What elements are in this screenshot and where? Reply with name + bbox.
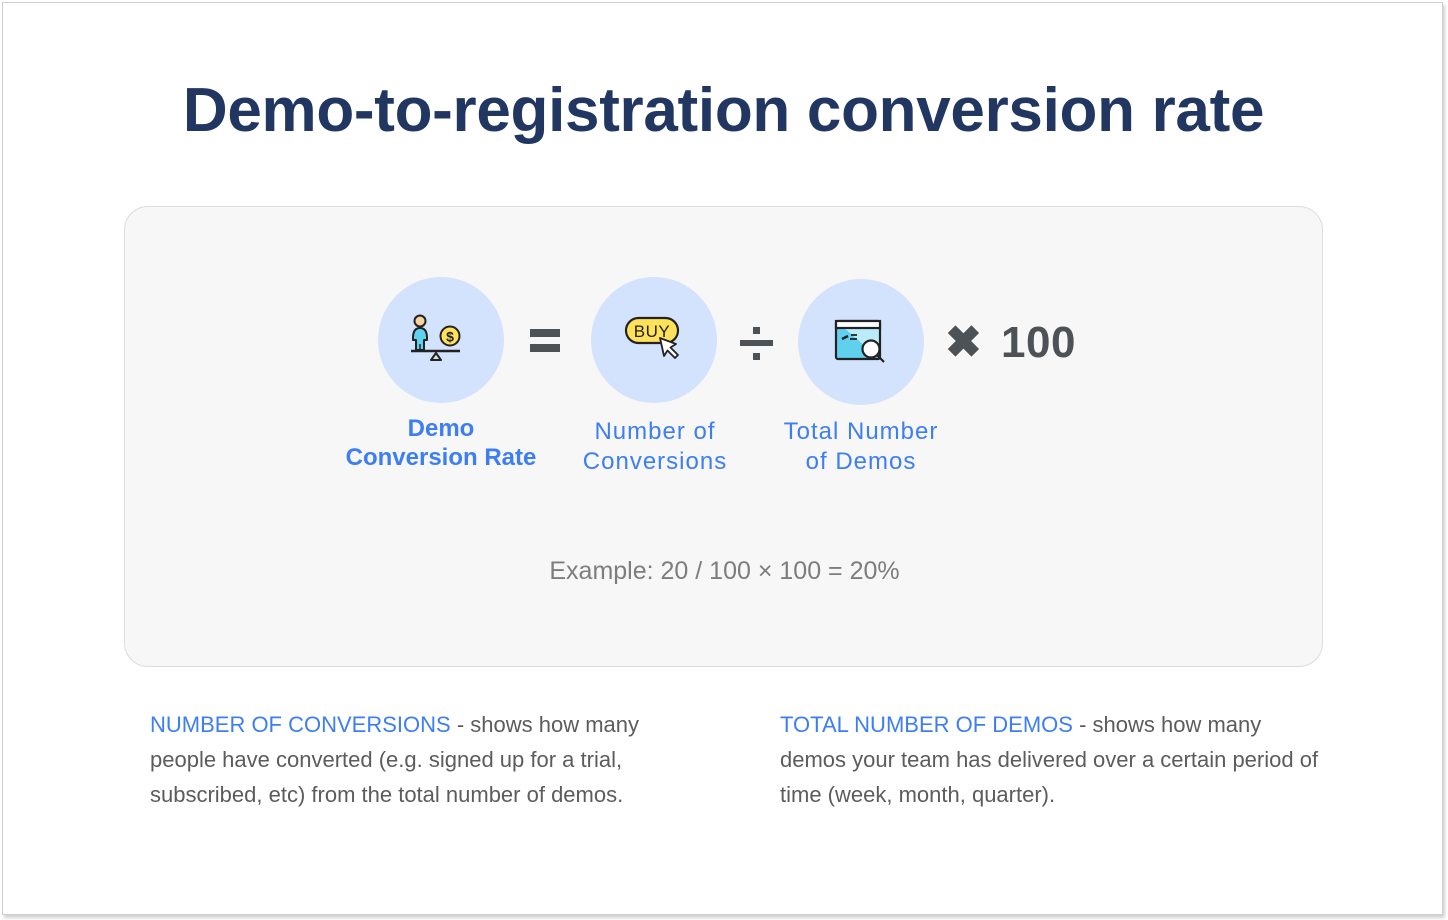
page-frame: Demo-to-registration conversion rate $ D…: [2, 2, 1443, 915]
label-line: Number of: [594, 418, 716, 445]
number-of-conversions-badge: BUY: [591, 277, 717, 403]
balance-scale-person-coin-icon: $: [411, 314, 461, 361]
demo-conversion-rate-badge: $: [378, 277, 504, 403]
label-line: Total Number: [783, 418, 939, 445]
label-line: Conversions: [582, 448, 728, 475]
total-number-of-demos-label: Total Number of Demos: [761, 417, 961, 477]
svg-text:$: $: [446, 329, 454, 345]
definition-number-of-conversions: NUMBER OF CONVERSIONS - shows how many p…: [150, 707, 710, 812]
multiply-operator: ✖: [945, 318, 982, 367]
label-line: Demo: [407, 415, 475, 442]
definition-term: NUMBER OF CONVERSIONS: [150, 712, 451, 737]
total-number-of-demos-badge: [798, 279, 924, 405]
label-line: Conversion Rate: [345, 444, 537, 471]
browser-window-search-icon: [834, 319, 885, 363]
multiplier-value: 100: [1001, 318, 1076, 367]
example-calculation: Example: 20 / 100 × 100 = 20%: [549, 557, 900, 585]
buy-button-cursor-icon: BUY: [624, 316, 680, 359]
demo-conversion-rate-label: Demo Conversion Rate: [331, 414, 551, 472]
formula-card: $ Demo Conversion Rate BUY Number of Con…: [124, 206, 1323, 667]
definition-term: TOTAL NUMBER OF DEMOS: [780, 712, 1073, 737]
equals-operator: [530, 329, 564, 359]
page-title: Demo-to-registration conversion rate: [182, 76, 1265, 145]
number-of-conversions-label: Number of Conversions: [555, 417, 755, 477]
definition-total-number-of-demos: TOTAL NUMBER OF DEMOS - shows how many d…: [780, 707, 1320, 812]
svg-text:BUY: BUY: [634, 322, 670, 341]
divide-operator: [740, 325, 774, 361]
label-line: of Demos: [805, 448, 917, 475]
